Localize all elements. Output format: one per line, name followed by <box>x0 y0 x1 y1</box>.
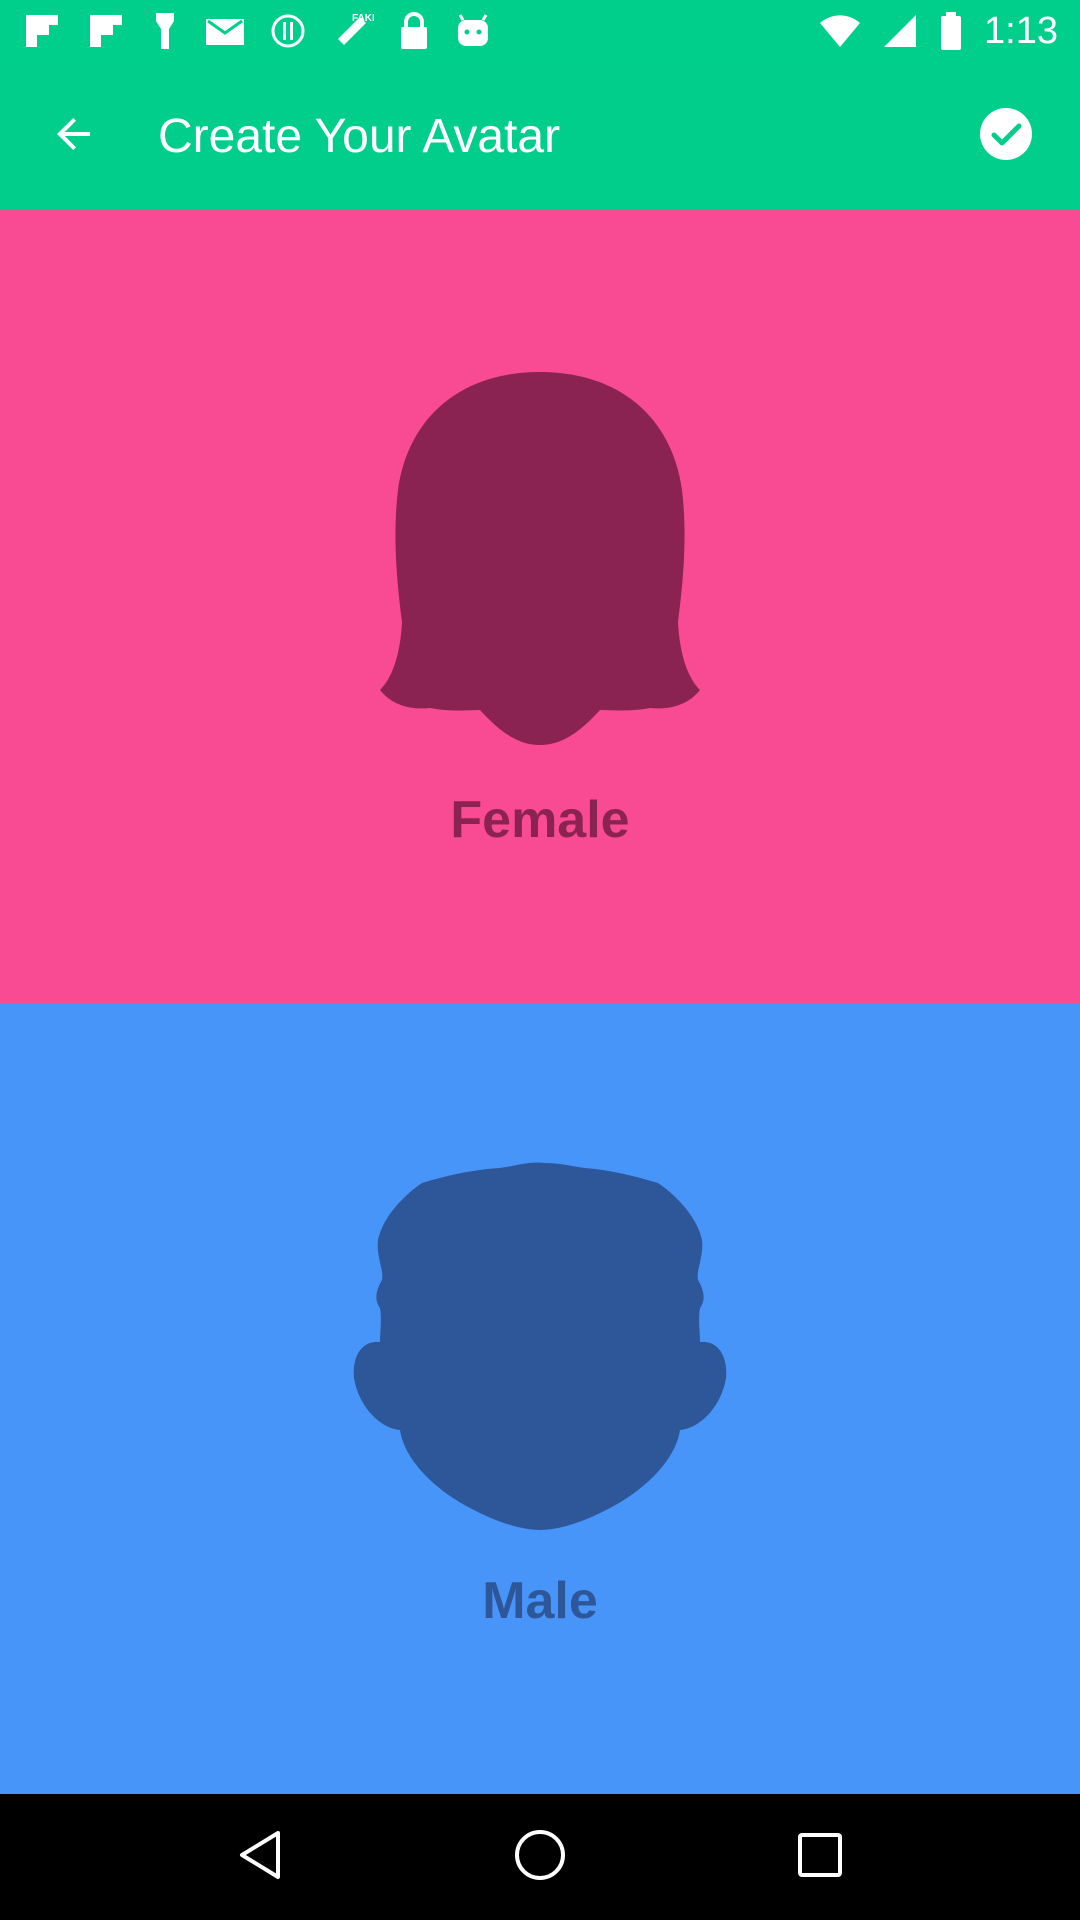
female-option[interactable]: Female <box>0 210 1080 1003</box>
recents-square-icon <box>797 1832 843 1883</box>
male-label: Male <box>482 1572 598 1630</box>
satellite-fake-gps-icon: FAKE <box>330 9 374 53</box>
android-icon <box>454 12 492 50</box>
lock-icon <box>398 11 430 51</box>
back-triangle-icon <box>236 1829 284 1886</box>
torch-icon <box>150 11 180 51</box>
status-left-icons: FAKE <box>22 9 492 53</box>
battery-icon <box>940 11 962 51</box>
signal-icon <box>882 13 918 49</box>
status-bar: FAKE 1:13 <box>0 0 1080 62</box>
back-button[interactable] <box>0 62 148 210</box>
flipboard-icon <box>22 11 62 51</box>
arrow-back-icon <box>50 110 98 163</box>
female-label: Female <box>450 791 630 849</box>
app-bar: Create Your Avatar <box>0 62 1080 210</box>
screen: FAKE 1:13 <box>0 0 1080 1920</box>
done-button[interactable] <box>932 62 1080 210</box>
male-head-icon <box>0 1158 1080 1538</box>
status-time: 1:13 <box>984 9 1058 52</box>
home-circle-icon <box>513 1828 567 1887</box>
page-title: Create Your Avatar <box>158 109 561 163</box>
nav-home-button[interactable] <box>477 1794 603 1920</box>
nav-back-button[interactable] <box>197 1794 323 1920</box>
navigation-bar <box>0 1794 1080 1920</box>
alert-icon <box>270 13 306 49</box>
flipboard-icon <box>86 11 126 51</box>
male-option[interactable]: Male <box>0 1003 1080 1794</box>
female-head-icon <box>0 360 1080 760</box>
check-circle-icon <box>979 107 1033 166</box>
svg-text:FAKE: FAKE <box>352 13 374 24</box>
email-icon <box>204 13 246 49</box>
wifi-icon <box>820 13 861 49</box>
nav-recents-button[interactable] <box>757 1794 883 1920</box>
status-right-icons: 1:13 <box>820 10 1058 53</box>
